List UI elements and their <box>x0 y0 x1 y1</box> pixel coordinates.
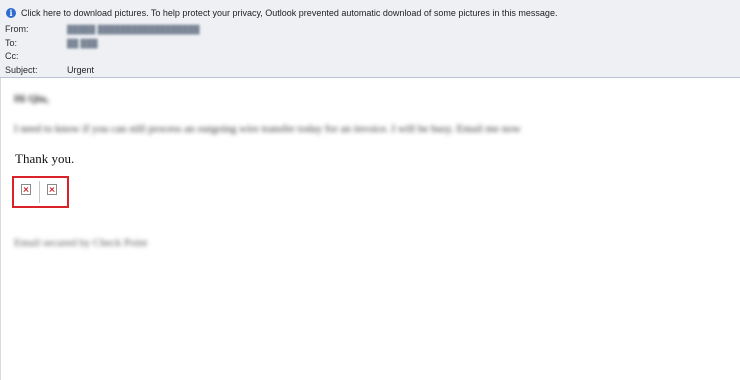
subject-label: Subject: <box>5 65 38 75</box>
to-row: To: ██ ███ <box>5 37 98 49</box>
to-label: To: <box>5 38 18 48</box>
blocked-images-highlight <box>12 176 69 208</box>
from-label: From: <box>5 24 29 34</box>
image-divider <box>39 181 40 203</box>
signature-text: Email secured by Check Point <box>14 237 148 249</box>
subject-value: Urgent <box>67 65 95 75</box>
from-row: From: █████ ██████████████████ <box>5 23 200 35</box>
from-value[interactable]: █████ ██████████████████ <box>67 25 200 34</box>
subject-row: Subject: Urgent <box>5 64 94 76</box>
download-pictures-infobar[interactable]: i Click here to download pictures. To he… <box>6 6 557 20</box>
broken-image-icon[interactable] <box>47 184 57 195</box>
message-header: i Click here to download pictures. To he… <box>0 0 740 78</box>
message-body: Hi Qiu, I need to know if you can still … <box>0 78 740 380</box>
info-icon: i <box>6 8 16 18</box>
broken-image-icon[interactable] <box>21 184 31 195</box>
infobar-text[interactable]: Click here to download pictures. To help… <box>21 8 557 18</box>
greeting-text: Hi Qiu, <box>14 93 49 105</box>
body-paragraph: I need to know if you can still process … <box>14 123 521 135</box>
cc-row: Cc: <box>5 50 67 62</box>
thanks-text: Thank you. <box>15 151 75 166</box>
to-value[interactable]: ██ ███ <box>67 39 98 48</box>
cc-label: Cc: <box>5 51 19 61</box>
